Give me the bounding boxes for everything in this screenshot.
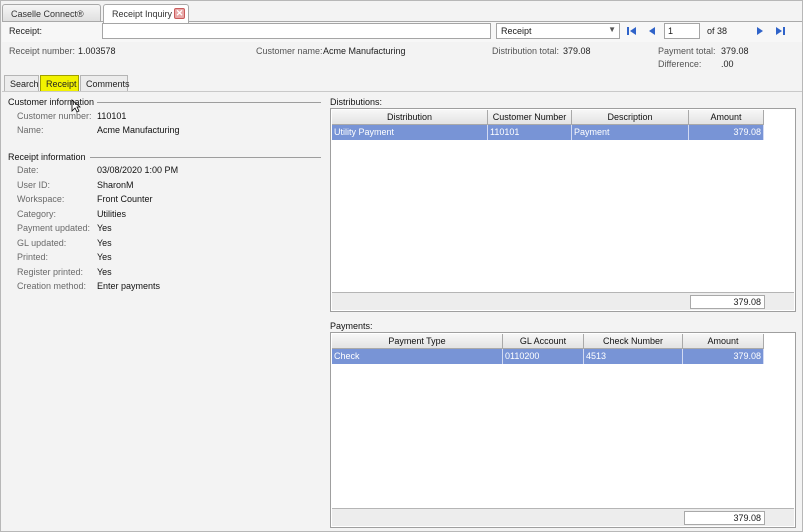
payments-grid: Payment Type GL Account Check Number Amo… bbox=[330, 332, 796, 528]
payment-updated-value: Yes bbox=[97, 223, 112, 233]
difference-value: .00 bbox=[721, 59, 734, 69]
receipt-search-input[interactable] bbox=[102, 23, 491, 39]
distribution-total-value: 379.08 bbox=[563, 46, 591, 56]
gl-updated-label: GL updated: bbox=[17, 238, 67, 248]
tab-search[interactable]: Search bbox=[4, 75, 39, 91]
col-distribution[interactable]: Distribution bbox=[332, 110, 488, 125]
distributions-grid: Distribution Customer Number Description… bbox=[330, 108, 796, 312]
register-printed-label: Register printed: bbox=[17, 267, 84, 277]
tab-caselle-connect-label: Caselle Connect® bbox=[11, 9, 84, 19]
receipt-type-select[interactable]: Receipt ▼ bbox=[496, 23, 620, 39]
col-gl-account[interactable]: GL Account bbox=[503, 334, 584, 349]
name-label: Name: bbox=[17, 125, 44, 135]
page-number-input[interactable]: 1 bbox=[664, 23, 700, 39]
receipt-type-selected: Receipt bbox=[501, 26, 532, 36]
tab-caselle-connect[interactable]: Caselle Connect® bbox=[2, 4, 101, 22]
tab-content-border bbox=[2, 91, 802, 92]
name-value: Acme Manufacturing bbox=[97, 125, 180, 135]
payments-header: Payment Type GL Account Check Number Amo… bbox=[332, 334, 764, 349]
distributions-footer: 379.08 bbox=[332, 292, 794, 310]
printed-value: Yes bbox=[97, 252, 112, 262]
workspace-value: Front Counter bbox=[97, 194, 153, 204]
distribution-cell: Utility Payment bbox=[332, 125, 488, 140]
customer-number-label: Customer number: bbox=[17, 111, 92, 121]
first-page-icon[interactable] bbox=[626, 25, 638, 37]
col-payment-type[interactable]: Payment Type bbox=[332, 334, 503, 349]
distributions-header: Distribution Customer Number Description… bbox=[332, 110, 764, 125]
customer-info-title: Customer information bbox=[8, 97, 95, 107]
payment-total-value: 379.08 bbox=[721, 46, 749, 56]
payments-footer: 379.08 bbox=[332, 508, 794, 526]
creation-method-value: Enter payments bbox=[97, 281, 161, 291]
category-label: Category: bbox=[17, 209, 57, 219]
tab-receipt-inquiry[interactable]: Receipt Inquiry ✕ bbox=[103, 4, 189, 23]
description-cell: Payment bbox=[572, 125, 689, 140]
tab-comments[interactable]: Comments bbox=[80, 75, 130, 91]
category-value: Utilities bbox=[97, 209, 127, 219]
customer-name-value: Acme Manufacturing bbox=[323, 46, 406, 56]
payment-updated-label: Payment updated: bbox=[17, 223, 91, 233]
user-id-label: User ID: bbox=[17, 180, 51, 190]
col-description[interactable]: Description bbox=[572, 110, 689, 125]
col-customer-number[interactable]: Customer Number bbox=[488, 110, 572, 125]
difference-label: Difference: bbox=[658, 59, 702, 69]
prev-page-icon[interactable] bbox=[646, 25, 658, 37]
receipt-info-rule bbox=[90, 157, 321, 158]
document-tabs: Caselle Connect® Receipt Inquiry ✕ bbox=[2, 3, 802, 23]
receipt-summary: Receipt number: 1.003578 Customer name: … bbox=[1, 42, 803, 75]
gl-account-cell: 0110200 bbox=[503, 349, 584, 364]
last-page-icon[interactable] bbox=[774, 25, 786, 37]
receipt-number-value: 1.003578 bbox=[78, 46, 116, 56]
date-label: Date: bbox=[17, 165, 39, 175]
col-amount[interactable]: Amount bbox=[689, 110, 764, 125]
printed-label: Printed: bbox=[17, 252, 49, 262]
col-check-number[interactable]: Check Number bbox=[584, 334, 683, 349]
amount-cell: 379.08 bbox=[689, 125, 764, 140]
customer-name-label: Customer name: bbox=[256, 46, 323, 56]
table-row[interactable]: Check 0110200 4513 379.08 bbox=[332, 349, 764, 364]
payment-total-label: Payment total: bbox=[658, 46, 716, 56]
payment-type-cell: Check bbox=[332, 349, 503, 364]
workspace-label: Workspace: bbox=[17, 194, 65, 204]
user-id-value: SharonM bbox=[97, 180, 134, 190]
tab-receipt-inquiry-label: Receipt Inquiry bbox=[112, 9, 173, 19]
next-page-icon[interactable] bbox=[754, 25, 766, 37]
col-payment-amount[interactable]: Amount bbox=[683, 334, 764, 349]
creation-method-label: Creation method: bbox=[17, 281, 87, 291]
page-count-label: of 38 bbox=[707, 26, 728, 36]
gl-updated-value: Yes bbox=[97, 238, 112, 248]
dropdown-arrow-icon: ▼ bbox=[608, 25, 616, 34]
table-row[interactable]: Utility Payment 110101 Payment 379.08 bbox=[332, 125, 764, 140]
check-number-cell: 4513 bbox=[584, 349, 683, 364]
payments-total: 379.08 bbox=[684, 511, 765, 525]
register-printed-value: Yes bbox=[97, 267, 112, 277]
payments-title: Payments: bbox=[330, 321, 373, 331]
receipt-label: Receipt: bbox=[9, 26, 43, 36]
customer-number-cell: 110101 bbox=[488, 125, 572, 140]
distributions-total: 379.08 bbox=[690, 295, 765, 309]
distributions-title: Distributions: bbox=[330, 97, 383, 107]
customer-info-rule bbox=[97, 102, 321, 103]
customer-number-value: 110101 bbox=[97, 111, 127, 121]
tab-receipt[interactable]: Receipt bbox=[40, 75, 79, 91]
distribution-total-label: Distribution total: bbox=[492, 46, 560, 56]
receipt-number-label: Receipt number: bbox=[9, 46, 76, 56]
close-icon[interactable]: ✕ bbox=[174, 8, 185, 19]
date-value: 03/08/2020 1:00 PM bbox=[97, 165, 179, 175]
receipt-inquiry-window: Caselle Connect® Receipt Inquiry ✕ Recei… bbox=[0, 0, 803, 532]
payment-amount-cell: 379.08 bbox=[683, 349, 764, 364]
receipt-info-title: Receipt information bbox=[8, 152, 86, 162]
